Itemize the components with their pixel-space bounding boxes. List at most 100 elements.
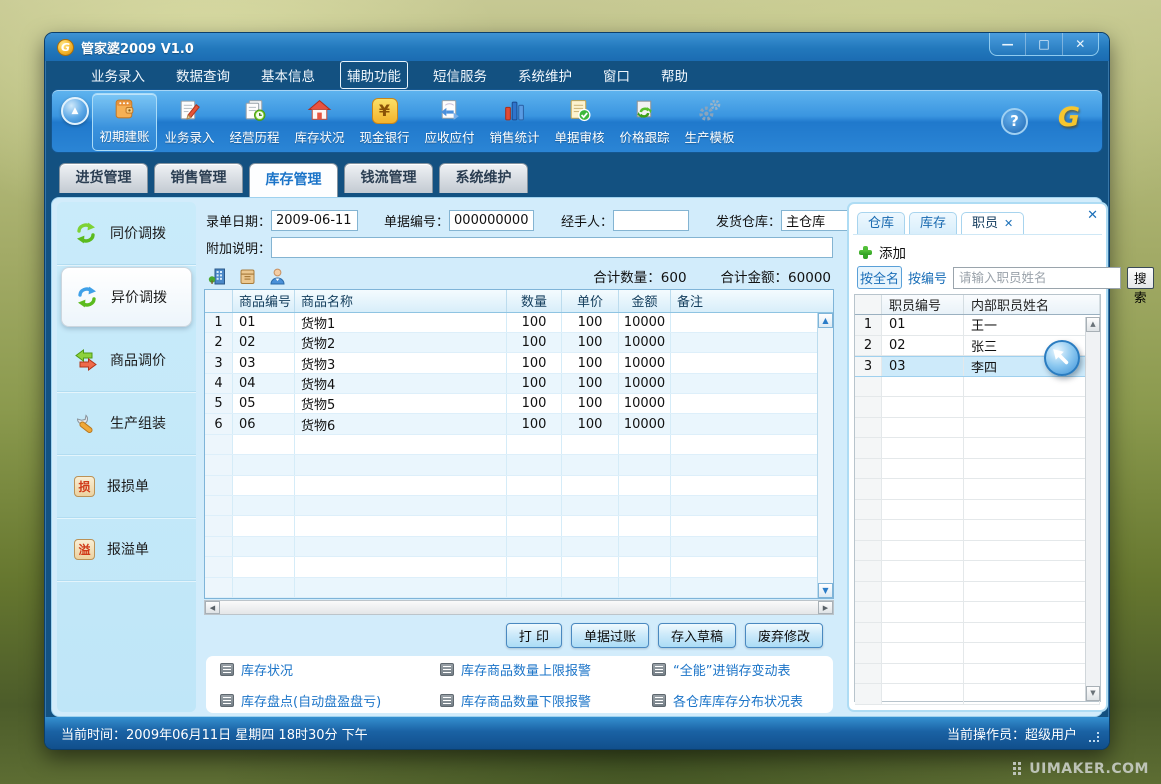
toolbar-collapse-button[interactable]: ▲ xyxy=(61,97,89,125)
toolbar-item-cash-bank[interactable]: ¥ 现金银行 xyxy=(352,93,417,151)
toolbar-item-production-template[interactable]: 生产模板 xyxy=(677,93,742,151)
sidebar-item-same-price-transfer[interactable]: 同价调拨 xyxy=(57,202,196,265)
print-button[interactable]: 打 印 xyxy=(506,623,562,648)
link-stocktaking[interactable]: 库存盘点(自动盘盈盘亏) xyxy=(220,691,440,710)
tab-close-icon[interactable]: ✕ xyxy=(1004,213,1013,234)
table-row[interactable]: 303货物310010010000 xyxy=(205,353,833,373)
tab-warehouse[interactable]: 仓库 xyxy=(857,212,905,235)
link-warehouse-distribution[interactable]: 各仓库库存分布状况表 xyxy=(652,691,833,710)
report-icon xyxy=(440,663,454,676)
post-voucher-button[interactable]: 单据过账 xyxy=(571,623,649,648)
sidebar-item-overflow-report[interactable]: 溢 报溢单 xyxy=(57,518,196,581)
menu-item-sms-service[interactable]: 短信服务 xyxy=(427,62,493,88)
minimize-button[interactable]: — xyxy=(990,33,1025,55)
menu-item-data-query[interactable]: 数据查询 xyxy=(170,62,236,88)
filter-by-fullname[interactable]: 按全名 xyxy=(857,266,902,289)
goods-lookup-icon[interactable] xyxy=(238,267,257,286)
scroll-down-icon[interactable]: ▼ xyxy=(818,583,833,598)
gears-icon xyxy=(696,97,723,124)
note-label: 附加说明： xyxy=(206,238,271,257)
link-lower-limit-alert[interactable]: 库存商品数量下限报警 xyxy=(440,691,652,710)
add-staff-button[interactable]: 添加 xyxy=(859,242,906,262)
scroll-right-icon[interactable]: ▶ xyxy=(818,601,833,614)
sidebar-item-diff-price-transfer[interactable]: 异价调拨 xyxy=(61,267,192,327)
status-bar: 当前时间：2009年06月11日 星期四 18时30分 下午 当前操作员：超级用… xyxy=(45,717,1109,749)
table-row[interactable]: 505货物510010010000 xyxy=(205,394,833,414)
toolbar-item-receivable-payable[interactable]: 应收应付 xyxy=(417,93,482,151)
staff-row[interactable]: 101王一 xyxy=(855,315,1100,336)
tab-system-maintenance[interactable]: 系统维护 xyxy=(439,163,528,193)
save-draft-button[interactable]: 存入草稿 xyxy=(658,623,736,648)
voucher-no-input[interactable] xyxy=(449,210,534,231)
date-input[interactable] xyxy=(271,210,358,231)
desktop-background: G 管家婆2009 V1.0 — □ ✕ 业务录入 数据查询 基本信息 辅助功能… xyxy=(0,0,1161,784)
table-row[interactable]: 101货物110010010000 xyxy=(205,313,833,333)
toolbar-item-voucher-audit[interactable]: 单据审核 xyxy=(547,93,612,151)
warehouse-input[interactable] xyxy=(781,210,857,231)
house-icon xyxy=(306,97,333,124)
toolbar-item-inventory-status[interactable]: 库存状况 xyxy=(287,93,352,151)
tab-cashflow-management[interactable]: 钱流管理 xyxy=(344,163,433,193)
staff-search-input[interactable] xyxy=(953,267,1121,289)
maximize-button[interactable]: □ xyxy=(1025,33,1061,55)
tab-sales-management[interactable]: 销售管理 xyxy=(154,163,243,193)
menu-item-system-maintenance[interactable]: 系统维护 xyxy=(512,62,578,88)
resize-grip[interactable] xyxy=(1085,728,1095,738)
filter-by-code[interactable]: 按编号 xyxy=(908,268,947,287)
search-button[interactable]: 搜索 xyxy=(1127,267,1154,289)
table-row[interactable]: 202货物210010010000 xyxy=(205,333,833,353)
report-icon xyxy=(652,663,666,676)
plus-icon xyxy=(859,246,872,259)
current-time: 当前时间：2009年06月11日 星期四 18时30分 下午 xyxy=(61,724,368,743)
handler-label: 经手人： xyxy=(561,211,613,230)
tab-stock[interactable]: 库存 xyxy=(909,212,957,235)
help-icon[interactable]: ? xyxy=(1001,108,1028,135)
empty-row xyxy=(205,455,833,475)
sidebar-item-loss-report[interactable]: 损 报损单 xyxy=(57,455,196,518)
document-check-icon xyxy=(566,97,593,124)
tab-purchase-management[interactable]: 进货管理 xyxy=(59,163,148,193)
tab-inventory-management[interactable]: 库存管理 xyxy=(249,163,338,197)
link-inventory-status[interactable]: 库存状况 xyxy=(220,660,440,679)
note-input[interactable] xyxy=(271,237,833,258)
scroll-left-icon[interactable]: ◀ xyxy=(205,601,220,614)
table-row[interactable]: 606货物610010010000 xyxy=(205,414,833,434)
table-row[interactable]: 404货物410010010000 xyxy=(205,374,833,394)
sidebar-item-price-adjustment[interactable]: 商品调价 xyxy=(57,329,196,392)
menu-item-help[interactable]: 帮助 xyxy=(655,62,694,88)
scroll-up-icon[interactable]: ▲ xyxy=(818,313,833,328)
staff-scrollbar[interactable]: ▲ ▼ xyxy=(1085,317,1100,701)
warehouse-lookup-icon[interactable] xyxy=(208,267,227,286)
document-arrows-icon xyxy=(436,97,463,124)
menu-item-basic-info[interactable]: 基本信息 xyxy=(255,62,321,88)
menu-item-business-entry[interactable]: 业务录入 xyxy=(85,62,151,88)
toolbar: ▲ 初期建账 业务录入 经营历程 库存状况 xyxy=(51,89,1103,153)
discard-button[interactable]: 废弃修改 xyxy=(745,623,823,648)
panel-close-icon[interactable]: ✕ xyxy=(1087,208,1098,223)
staff-lookup-icon[interactable] xyxy=(268,267,287,286)
toolbar-item-initial-setup[interactable]: 初期建账 xyxy=(92,93,157,151)
link-omnipotent-change-report[interactable]: “全能”进销存变动表 xyxy=(652,660,833,679)
empty-row xyxy=(205,557,833,577)
empty-row xyxy=(855,418,1100,439)
toolbar-item-business-entry[interactable]: 业务录入 xyxy=(157,93,222,151)
close-button[interactable]: ✕ xyxy=(1062,33,1098,55)
horizontal-scrollbar[interactable]: ◀ ▶ xyxy=(204,600,834,615)
scroll-up-icon[interactable]: ▲ xyxy=(1086,317,1100,332)
link-upper-limit-alert[interactable]: 库存商品数量上限报警 xyxy=(440,660,652,679)
total-amount: 合计金额：60000 xyxy=(721,266,831,286)
handler-input[interactable] xyxy=(613,210,689,231)
menu-item-window[interactable]: 窗口 xyxy=(597,62,636,88)
menu-item-aux-functions[interactable]: 辅助功能 xyxy=(340,61,408,89)
empty-row xyxy=(855,520,1100,541)
toolbar-item-price-tracking[interactable]: 价格跟踪 xyxy=(612,93,677,151)
empty-row xyxy=(205,578,833,598)
toolbar-item-sales-statistics[interactable]: 销售统计 xyxy=(482,93,547,151)
tab-staff[interactable]: 职员 ✕ xyxy=(961,212,1024,235)
toolbar-item-business-history[interactable]: 经营历程 xyxy=(222,93,287,151)
sidebar-item-production-assembly[interactable]: 生产组装 xyxy=(57,392,196,455)
brand-logo-icon: G xyxy=(1058,102,1080,133)
vertical-scrollbar[interactable]: ▲ ▼ xyxy=(817,313,833,598)
loss-stamp-icon: 损 xyxy=(74,476,95,497)
scroll-down-icon[interactable]: ▼ xyxy=(1086,686,1100,701)
